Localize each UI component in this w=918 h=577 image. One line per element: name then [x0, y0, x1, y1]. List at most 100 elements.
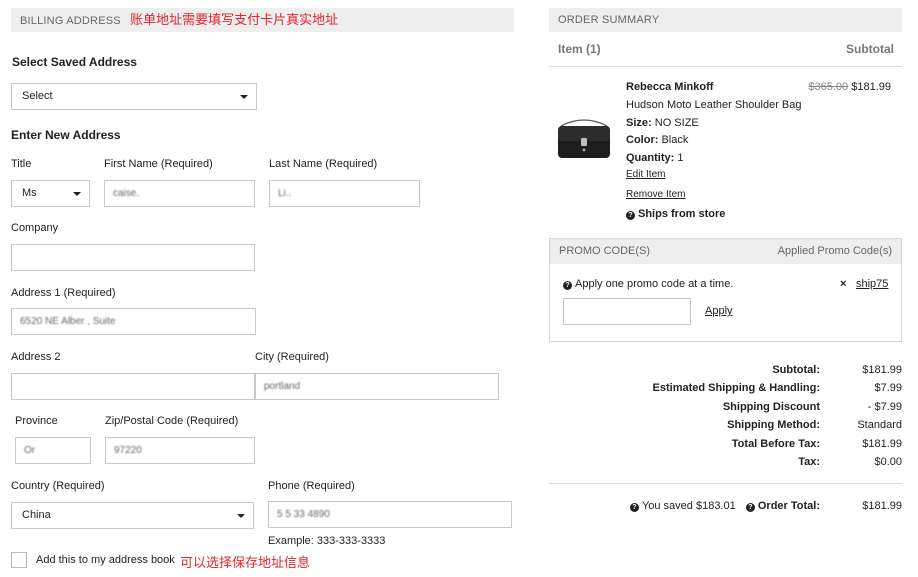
last-name-label: Last Name (Required): [269, 158, 378, 170]
question-icon[interactable]: ?: [626, 211, 635, 220]
address1-value: 6520 NE Alber , Suite: [20, 316, 116, 327]
ships-from-text: Ships from store: [638, 208, 726, 220]
title-select[interactable]: Ms: [11, 180, 90, 207]
quantity-value: 1: [677, 152, 684, 164]
order-total-value: $181.99: [862, 500, 902, 512]
summary-tax-label: Tax:: [798, 456, 820, 468]
phone-label: Phone (Required): [268, 480, 355, 492]
quantity-label: Quantity:: [626, 152, 675, 164]
city-label: City (Required): [255, 351, 329, 363]
promo-box: PROMO CODE(S) Applied Promo Code(s) ? App…: [549, 238, 902, 342]
first-name-value: caise.: [113, 188, 140, 199]
promo-header-title: PROMO CODE(S): [559, 245, 651, 257]
country-label: Country (Required): [11, 480, 105, 492]
summary-before-tax-label: Total Before Tax:: [731, 438, 820, 450]
country-select[interactable]: China: [11, 502, 254, 529]
last-name-field[interactable]: Li..: [269, 180, 420, 207]
question-icon[interactable]: ?: [563, 281, 572, 290]
order-total-row: ? You saved $183.01 ? Order Total:: [560, 500, 820, 512]
summary-tax-value: $0.00: [874, 456, 902, 468]
order-total-label: Order Total:: [757, 500, 820, 512]
saved-address-select-value: Select: [22, 90, 53, 102]
product-price: $365.00 $181.99: [780, 81, 891, 93]
summary-shipping-label: Estimated Shipping & Handling:: [652, 382, 820, 394]
product-brand: Rebecca Minkoff: [626, 81, 714, 93]
address1-field[interactable]: 6520 NE Alber , Suite: [11, 308, 256, 335]
billing-header: BILLING ADDRESS 账单地址需要填写支付卡片真实地址: [11, 8, 514, 32]
question-icon[interactable]: ?: [629, 503, 639, 512]
address-book-label: Add this to my address book: [36, 554, 175, 566]
sale-price: $181.99: [851, 81, 891, 93]
subtotal-column-header: Subtotal: [846, 42, 894, 56]
country-select-value: China: [22, 509, 51, 521]
chevron-down-icon: [237, 514, 245, 518]
province-value: Or: [24, 445, 36, 456]
chevron-down-icon: [240, 95, 248, 99]
product-color: Color: Black: [626, 134, 688, 146]
city-value: portland: [264, 381, 301, 392]
address-book-checkbox[interactable]: [11, 552, 27, 568]
order-summary-header: ORDER SUMMARY: [549, 8, 902, 32]
handbag-icon: [558, 119, 610, 158]
summary-divider: [549, 483, 902, 484]
first-name-field[interactable]: caise.: [104, 180, 255, 207]
summary-shipping-value: $7.99: [874, 382, 902, 394]
promo-hint: ? Apply one promo code at a time.: [563, 278, 733, 290]
phone-value: 5 5 33 4890: [277, 509, 330, 520]
phone-example: Example: 333-333-3333: [268, 535, 386, 547]
remove-item-link[interactable]: Remove Item: [626, 189, 685, 200]
address2-field[interactable]: [11, 373, 255, 400]
address-book-note-cn: 可以选择保存地址信息: [180, 555, 311, 570]
summary-discount-value: - $7.99: [867, 401, 902, 413]
summary-method-label: Shipping Method:: [727, 419, 820, 431]
order-summary-title: ORDER SUMMARY: [558, 14, 660, 26]
applied-promo-header: Applied Promo Code(s): [777, 245, 892, 257]
summary-method-value: Standard: [857, 419, 902, 431]
original-price: $365.00: [808, 81, 849, 93]
product-image[interactable]: [555, 118, 613, 164]
color-value: Black: [661, 134, 689, 146]
zip-field[interactable]: 97220: [105, 437, 255, 464]
address1-label: Address 1 (Required): [11, 287, 116, 299]
province-field[interactable]: Or: [15, 437, 91, 464]
address2-label: Address 2: [11, 351, 61, 363]
saved-address-heading: Select Saved Address: [12, 55, 137, 69]
city-field[interactable]: portland: [255, 373, 499, 400]
item-column-header: Item (1): [558, 42, 601, 56]
applied-promo-code[interactable]: ship75: [856, 278, 888, 290]
promo-hint-text: Apply one promo code at a time.: [575, 278, 734, 290]
saved-address-select[interactable]: Select: [11, 83, 257, 110]
question-icon[interactable]: ?: [745, 503, 755, 512]
zip-value: 97220: [114, 445, 142, 456]
company-field[interactable]: [11, 244, 255, 271]
phone-field[interactable]: 5 5 33 4890: [268, 501, 512, 528]
product-name: Hudson Moto Leather Shoulder Bag: [626, 99, 802, 111]
summary-discount-label: Shipping Discount: [722, 401, 820, 413]
summary-before-tax-value: $181.99: [862, 438, 902, 450]
product-size: Size: NO SIZE: [626, 117, 699, 129]
color-label: Color:: [626, 134, 659, 146]
last-name-value: Li..: [278, 188, 292, 199]
title-label: Title: [11, 158, 32, 170]
company-label: Company: [11, 222, 59, 234]
zip-label: Zip/Postal Code (Required): [105, 415, 239, 427]
chevron-down-icon: [73, 192, 81, 196]
edit-item-link[interactable]: Edit Item: [626, 169, 665, 180]
summary-subtotal-label: Subtotal:: [772, 364, 820, 376]
ships-from-store: ? Ships from store: [626, 208, 725, 220]
remove-promo-icon[interactable]: ×: [840, 278, 846, 290]
promo-code-input[interactable]: [563, 298, 691, 325]
new-address-heading: Enter New Address: [11, 128, 121, 142]
province-label: Province: [15, 415, 58, 427]
size-value: NO SIZE: [654, 117, 699, 129]
promo-header: PROMO CODE(S) Applied Promo Code(s): [550, 239, 901, 264]
you-saved-text: You saved $183.01: [641, 500, 736, 512]
billing-note-cn: 账单地址需要填写支付卡片真实地址: [130, 12, 339, 27]
billing-header-title: BILLING ADDRESS: [20, 15, 121, 27]
first-name-label: First Name (Required): [104, 158, 213, 170]
size-label: Size:: [626, 117, 652, 129]
apply-promo-button[interactable]: Apply: [705, 305, 733, 317]
product-quantity: Quantity: 1: [626, 152, 683, 164]
summary-subtotal-value: $181.99: [862, 364, 902, 376]
divider: [549, 66, 902, 67]
